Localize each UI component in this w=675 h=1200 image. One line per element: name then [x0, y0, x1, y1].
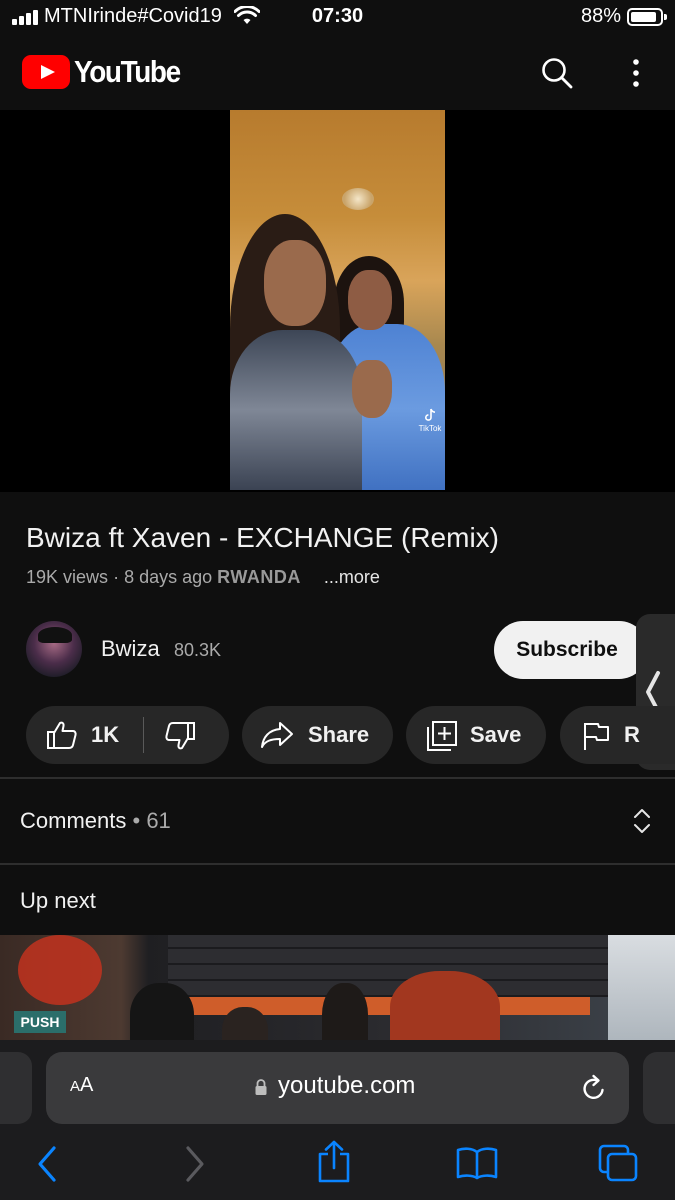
- divider: [0, 863, 675, 865]
- lock-icon: [255, 1079, 267, 1095]
- like-dislike-group: 1K: [26, 706, 229, 764]
- comments-label: Comments: [20, 808, 127, 833]
- share-icon[interactable]: [316, 1140, 352, 1184]
- youtube-header: YouTube: [0, 36, 675, 110]
- add-to-playlist-icon: [427, 721, 457, 751]
- flag-icon: [584, 723, 609, 750]
- forward-icon[interactable]: [184, 1144, 206, 1184]
- meta-separator: ·: [113, 567, 120, 587]
- more-vertical-icon[interactable]: [628, 56, 644, 90]
- channel-avatar[interactable]: [26, 621, 82, 677]
- comments-dot: •: [132, 808, 141, 833]
- battery-icon: [627, 8, 667, 26]
- video-frame: TikTok: [230, 110, 445, 490]
- back-icon[interactable]: [36, 1144, 58, 1184]
- comments-section-header[interactable]: Comments • 61: [20, 808, 171, 834]
- tabs-icon[interactable]: [598, 1144, 640, 1182]
- like-divider: [143, 717, 144, 753]
- video-player[interactable]: TikTok: [0, 110, 675, 492]
- comments-count: 61: [146, 808, 171, 833]
- up-next-video-thumbnail[interactable]: PUSH: [0, 935, 675, 1040]
- next-tab-peek[interactable]: [643, 1052, 675, 1124]
- divider: [0, 777, 675, 779]
- previous-tab-peek[interactable]: [0, 1052, 32, 1124]
- safari-toolbar: AA youtube.com: [0, 1040, 675, 1200]
- save-label: Save: [470, 722, 522, 747]
- reload-icon[interactable]: [580, 1074, 608, 1102]
- thumbs-up-icon[interactable]: [46, 720, 78, 750]
- subscriber-count: 80.3K: [174, 640, 222, 660]
- tiktok-icon: [425, 408, 436, 421]
- save-button[interactable]: Save: [406, 706, 546, 764]
- clock: 07:30: [311, 5, 364, 27]
- thumbs-down-icon[interactable]: [164, 721, 196, 751]
- url-text[interactable]: youtube.com: [278, 1072, 415, 1100]
- report-button[interactable]: R: [560, 706, 675, 764]
- tiktok-watermark: TikTok: [417, 408, 443, 433]
- up-next-heading: Up next: [20, 888, 96, 913]
- upload-age: 8 days ago: [124, 567, 213, 587]
- search-icon[interactable]: [540, 56, 574, 90]
- hashtag[interactable]: RWANDA: [217, 567, 301, 587]
- push-sign: PUSH: [14, 1011, 66, 1033]
- video-title[interactable]: Bwiza ft Xaven - EXCHANGE (Remix): [26, 522, 499, 554]
- address-bar[interactable]: AA youtube.com: [46, 1052, 629, 1124]
- like-count[interactable]: 1K: [91, 722, 119, 748]
- subscribe-button[interactable]: Subscribe: [494, 621, 648, 679]
- youtube-play-logo-icon: [22, 55, 70, 89]
- page-settings-button[interactable]: AA: [70, 1074, 93, 1097]
- expand-collapse-icon[interactable]: [632, 808, 652, 834]
- youtube-logo[interactable]: YouTube: [22, 54, 192, 89]
- view-count: 19K views: [26, 567, 109, 587]
- youtube-logo-text: YouTube: [74, 54, 181, 89]
- battery-percent: 88%: [580, 5, 621, 27]
- share-arrow-icon: [261, 722, 293, 748]
- channel-name[interactable]: Bwiza: [101, 636, 160, 662]
- status-bar: MTNIrinde#Covid19 07:30 88%: [0, 0, 675, 36]
- video-meta[interactable]: 19K views · 8 days ago RWANDA ...more: [26, 567, 380, 588]
- battery-fill: [631, 12, 656, 22]
- more-link[interactable]: ...more: [324, 567, 380, 587]
- bookmarks-icon[interactable]: [456, 1146, 498, 1180]
- report-label: R: [624, 722, 640, 747]
- share-label: Share: [308, 722, 370, 747]
- share-button[interactable]: Share: [242, 706, 393, 764]
